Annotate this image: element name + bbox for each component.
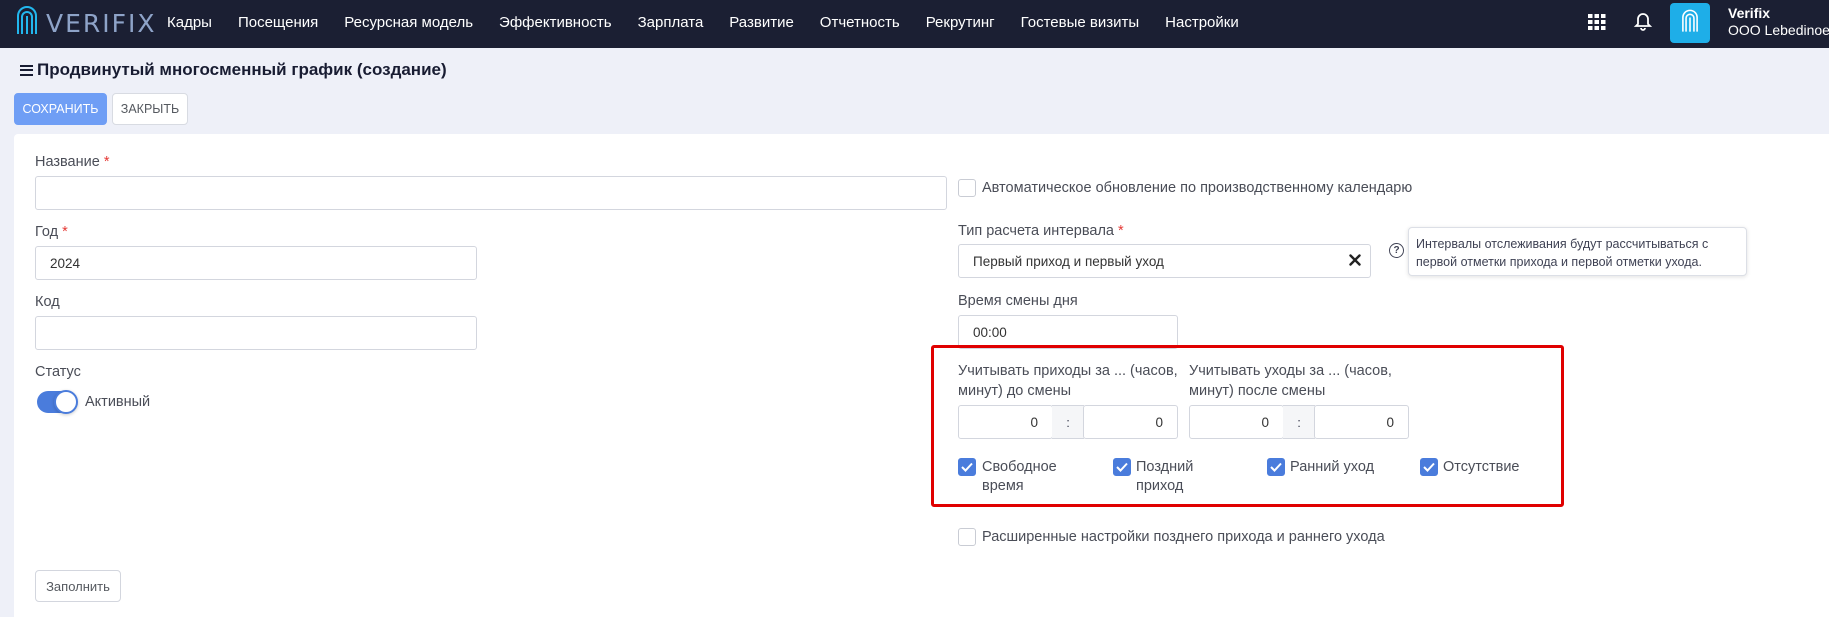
free-time-label: Свободное время xyxy=(982,458,1057,496)
fill-button[interactable]: Заполнить xyxy=(35,570,121,602)
early-leave-label: Ранний уход xyxy=(1290,459,1375,475)
code-label: Код xyxy=(35,294,60,310)
status-toggle[interactable] xyxy=(37,390,78,414)
interval-type-select[interactable]: Первый приход и первый уход xyxy=(958,244,1371,278)
free-time-label-line2: время xyxy=(982,478,1024,494)
nav-item-efficiency[interactable]: Эффективность xyxy=(499,14,612,31)
arrivals-label-line2: минут) до смены xyxy=(958,383,1072,399)
required-mark: * xyxy=(62,224,68,240)
save-button[interactable]: СОХРАНИТЬ xyxy=(14,93,107,125)
departures-minutes-input[interactable]: 0 xyxy=(1314,405,1409,439)
nav-item-resource-model[interactable]: Ресурсная модель xyxy=(344,14,473,31)
avatar[interactable] xyxy=(1670,3,1710,43)
name-input[interactable] xyxy=(35,176,947,210)
nav-item-recruiting[interactable]: Рекрутинг xyxy=(926,14,995,31)
late-arrival-label-line2: приход xyxy=(1136,478,1184,494)
nav-item-development[interactable]: Развитие xyxy=(729,14,794,31)
user-name[interactable]: Verifix xyxy=(1728,5,1770,21)
day-change-input[interactable]: 00:00 xyxy=(958,315,1178,349)
logo-text: VERIFIX xyxy=(46,8,157,38)
late-arrival-label-line1: Поздний xyxy=(1136,459,1194,475)
checkmark-icon xyxy=(1116,462,1128,472)
absence-label: Отсутствие xyxy=(1443,459,1520,475)
clear-icon[interactable] xyxy=(1349,254,1361,266)
name-label-text: Название xyxy=(35,154,100,170)
extended-settings-checkbox[interactable] xyxy=(958,528,976,546)
name-label: Название * xyxy=(35,154,109,170)
top-navbar: VERIFIX Кадры Посещения Ресурсная модель… xyxy=(0,0,1829,48)
auto-update-checkbox[interactable] xyxy=(958,179,976,197)
early-leave-checkbox[interactable] xyxy=(1267,458,1285,476)
day-change-label: Время смены дня xyxy=(958,293,1078,309)
interval-type-label-text: Тип расчета интервала xyxy=(958,223,1114,239)
late-arrival-label: Поздний приход xyxy=(1136,458,1193,496)
main-nav: Кадры Посещения Ресурсная модель Эффекти… xyxy=(167,0,1265,44)
free-time-checkbox[interactable] xyxy=(958,458,976,476)
arrivals-hours-input[interactable]: 0 xyxy=(958,405,1053,439)
departures-label-line1: Учитывать уходы за ... (часов, xyxy=(1189,363,1392,379)
departures-label-line2: минут) после смены xyxy=(1189,383,1326,399)
extended-settings-label: Расширенные настройки позднего прихода и… xyxy=(982,529,1385,545)
page-title-text: Продвинутый многосменный график (создани… xyxy=(37,60,447,79)
close-button[interactable]: ЗАКРЫТЬ xyxy=(112,93,188,125)
bell-icon[interactable] xyxy=(1632,12,1654,32)
free-time-label-line1: Свободное xyxy=(982,459,1057,475)
status-label: Статус xyxy=(35,364,81,380)
arrivals-label-line1: Учитывать приходы за ... (часов, xyxy=(958,363,1178,379)
checkmark-icon xyxy=(961,462,973,472)
interval-tooltip: Интервалы отслеживания будут рассчитыват… xyxy=(1408,227,1747,276)
nav-item-salary[interactable]: Зарплата xyxy=(638,14,704,31)
required-mark: * xyxy=(103,154,110,170)
toggle-knob xyxy=(54,390,78,414)
fingerprint-avatar-icon xyxy=(1682,9,1698,32)
nav-item-settings[interactable]: Настройки xyxy=(1165,14,1239,31)
code-input[interactable] xyxy=(35,316,477,350)
menu-burger-icon[interactable] xyxy=(20,64,33,76)
departures-separator: : xyxy=(1283,405,1315,439)
fingerprint-logo-icon xyxy=(17,6,37,34)
status-value: Активный xyxy=(85,394,151,410)
required-mark: * xyxy=(1118,223,1124,239)
year-input[interactable]: 2024 xyxy=(35,246,477,280)
arrivals-separator: : xyxy=(1052,405,1084,439)
absence-checkbox[interactable] xyxy=(1420,458,1438,476)
nav-item-reports[interactable]: Отчетность xyxy=(820,14,900,31)
late-arrival-checkbox[interactable] xyxy=(1113,458,1131,476)
nav-item-attendance[interactable]: Посещения xyxy=(238,14,318,31)
verifix-logo[interactable]: VERIFIX xyxy=(14,4,157,42)
departures-hours-input[interactable]: 0 xyxy=(1189,405,1284,439)
auto-update-label: Автоматическое обновление по производств… xyxy=(982,180,1413,196)
arrivals-minutes-input[interactable]: 0 xyxy=(1083,405,1178,439)
year-label-text: Год xyxy=(35,224,59,240)
checkmark-icon xyxy=(1270,462,1282,472)
nav-item-guest-visits[interactable]: Гостевые визиты xyxy=(1021,14,1140,31)
help-icon[interactable]: ? xyxy=(1389,243,1404,258)
year-label: Год * xyxy=(35,224,68,240)
checkmark-icon xyxy=(1423,462,1435,472)
apps-grid-icon[interactable] xyxy=(1586,12,1608,32)
interval-type-label: Тип расчета интервала * xyxy=(958,223,1124,239)
user-org[interactable]: OOO Lebedinoe xyxy=(1728,22,1829,38)
nav-item-staff[interactable]: Кадры xyxy=(167,14,212,31)
page-title: Продвинутый многосменный график (создани… xyxy=(20,60,447,80)
